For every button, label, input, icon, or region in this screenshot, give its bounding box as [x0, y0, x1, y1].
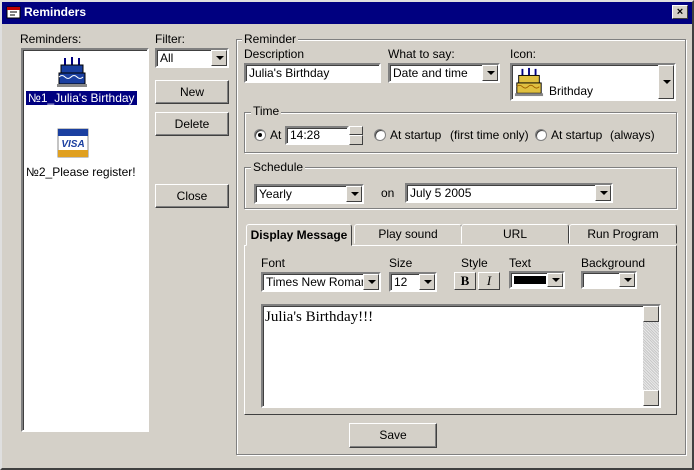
delete-button[interactable]: Delete: [155, 112, 229, 136]
size-value: 12: [394, 275, 408, 289]
tab-run-program[interactable]: Run Program: [569, 224, 677, 244]
reminders-list[interactable]: №1_Julia's Birthday VISA №2_Please regis…: [21, 48, 149, 432]
font-select[interactable]: Times New Roman: [261, 272, 381, 292]
close-button[interactable]: Close: [155, 184, 229, 208]
list-item[interactable]: VISA №2_Please register!: [23, 126, 147, 182]
scroll-down-icon[interactable]: [643, 390, 659, 406]
period-value: Yearly: [259, 187, 292, 201]
list-item[interactable]: №1_Julia's Birthday: [23, 54, 147, 110]
tab-play-sound[interactable]: Play sound: [354, 224, 462, 244]
what-to-say-label: What to say:: [388, 47, 455, 61]
startup-always-radio[interactable]: [535, 129, 547, 141]
size-label: Size: [389, 256, 413, 270]
at-label: At: [270, 128, 282, 142]
size-select[interactable]: 12: [389, 272, 437, 292]
chevron-down-icon[interactable]: [363, 274, 379, 290]
icon-select[interactable]: Brithday: [510, 63, 676, 101]
date-value: July 5 2005: [410, 186, 472, 200]
text-color-label: Text: [509, 256, 532, 270]
reminder-item-label-1: №1_Julia's Birthday: [25, 90, 138, 106]
visa-card-text: VISA: [61, 139, 84, 150]
reminders-window: Reminders × Reminders: №1_Julia's Birthd…: [0, 0, 694, 470]
chevron-down-icon[interactable]: [595, 185, 611, 201]
chevron-down-icon[interactable]: [482, 65, 498, 81]
chevron-down-icon[interactable]: [419, 274, 435, 290]
visa-card-icon: VISA: [57, 128, 89, 158]
reminder-group-title: Reminder: [242, 32, 299, 46]
font-value: Times New Roman: [266, 275, 368, 289]
spin-up-icon[interactable]: [349, 126, 363, 135]
period-select[interactable]: Yearly: [254, 184, 364, 204]
time-spinner[interactable]: [349, 126, 363, 145]
tab-url[interactable]: URL: [461, 224, 569, 244]
date-picker[interactable]: July 5 2005: [405, 183, 613, 203]
startup-always-note: (always): [610, 128, 655, 142]
at-time-radio[interactable]: [254, 129, 266, 141]
font-label: Font: [261, 256, 286, 270]
message-textarea[interactable]: Julia's Birthday!!!: [261, 304, 661, 408]
scroll-up-icon[interactable]: [643, 306, 659, 322]
description-label: Description: [244, 47, 305, 61]
filter-select[interactable]: All: [155, 48, 229, 68]
description-value: Julia's Birthday: [249, 66, 330, 80]
background-color-select[interactable]: [581, 271, 637, 289]
message-text: Julia's Birthday!!!: [265, 309, 374, 325]
chevron-down-icon[interactable]: [619, 273, 635, 287]
text-color-swatch: [514, 276, 546, 284]
close-icon: ×: [676, 6, 684, 18]
startup-first-radio[interactable]: [374, 129, 386, 141]
chevron-down-icon[interactable]: [346, 186, 362, 202]
startup-first-label: At startup: [390, 128, 442, 142]
save-button[interactable]: Save: [349, 423, 437, 448]
new-button[interactable]: New: [155, 80, 229, 104]
style-label: Style: [461, 256, 488, 270]
message-scrollbar[interactable]: [643, 306, 659, 406]
close-window-button[interactable]: ×: [672, 5, 688, 19]
time-group-title: Time: [251, 104, 282, 118]
window-title: Reminders: [24, 5, 87, 19]
birthday-cake-icon: [514, 67, 544, 97]
icon-value: Brithday: [549, 84, 594, 98]
what-to-say-value: Date and time: [393, 66, 468, 80]
on-label: on: [381, 186, 395, 200]
bold-button[interactable]: B: [454, 272, 476, 290]
filter-value: All: [160, 51, 174, 65]
filter-label: Filter:: [155, 32, 185, 46]
background-color-swatch: [586, 276, 618, 284]
app-icon: [6, 6, 21, 19]
chevron-down-icon[interactable]: [211, 50, 227, 66]
description-input[interactable]: Julia's Birthday: [244, 63, 381, 83]
italic-button[interactable]: I: [478, 272, 500, 290]
text-color-select[interactable]: [509, 271, 565, 289]
tab-display-message[interactable]: Display Message: [246, 224, 352, 246]
time-value: 14:28: [290, 128, 321, 142]
reminders-label: Reminders:: [20, 32, 82, 46]
time-input[interactable]: 14:28: [285, 126, 349, 145]
what-to-say-select[interactable]: Date and time: [388, 63, 500, 83]
startup-first-note: (first time only): [450, 128, 529, 142]
background-label: Background: [581, 256, 646, 270]
spin-down-icon[interactable]: [349, 135, 363, 145]
birthday-cake-icon: [57, 57, 87, 87]
schedule-group-title: Schedule: [251, 160, 306, 174]
icon-label: Icon:: [510, 47, 537, 61]
title-bar[interactable]: Reminders ×: [2, 2, 692, 24]
chevron-down-icon[interactable]: [658, 65, 674, 99]
chevron-down-icon[interactable]: [547, 273, 563, 287]
startup-always-label: At startup: [551, 128, 603, 142]
reminder-item-label-2: №2_Please register!: [26, 165, 136, 179]
